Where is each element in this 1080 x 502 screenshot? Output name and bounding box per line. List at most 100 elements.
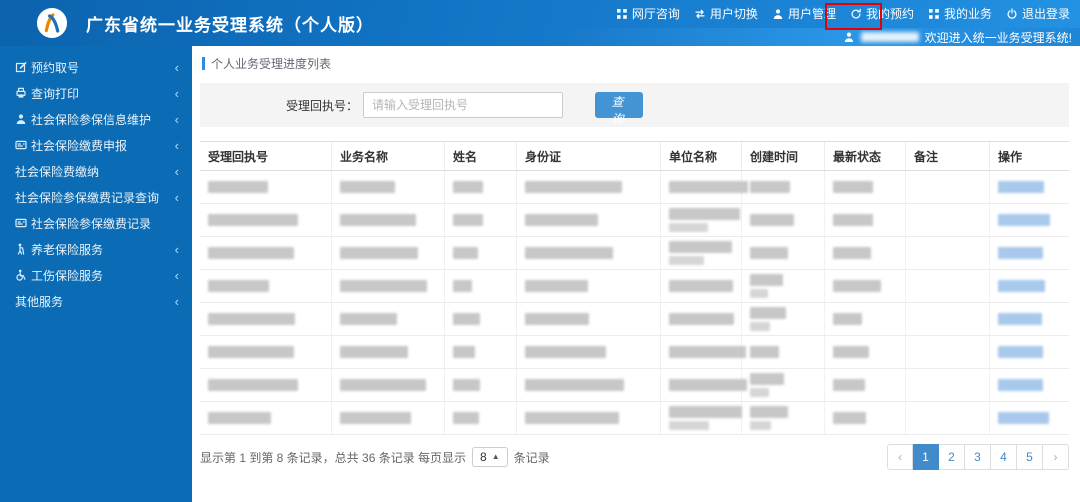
page-button-4[interactable]: 4	[991, 444, 1017, 470]
table-cell	[332, 369, 445, 401]
table-cell	[517, 303, 661, 335]
page-size-value: 8	[480, 450, 487, 464]
table-row[interactable]	[200, 369, 1069, 402]
prev-page-button[interactable]: ‹	[887, 444, 913, 470]
sidebar-item-2[interactable]: 查询打印 ‹	[0, 80, 192, 106]
redacted-value	[833, 214, 873, 226]
redacted-value	[833, 313, 862, 325]
redacted-value	[453, 214, 483, 226]
table-cell	[742, 270, 825, 302]
table-cell	[990, 171, 1069, 203]
nav-item-1[interactable]: 网厅咨询	[616, 5, 680, 22]
table-row[interactable]	[200, 336, 1069, 369]
printer-icon	[15, 87, 27, 99]
row-action-link[interactable]	[998, 247, 1043, 259]
top-nav: 网厅咨询 用户切换 用户管理 我的预约 我的业务 退出登录	[616, 5, 1070, 22]
page-button-2[interactable]: 2	[939, 444, 965, 470]
redacted-value	[525, 181, 622, 193]
table-cell	[906, 171, 990, 203]
page-button-5[interactable]: 5	[1017, 444, 1043, 470]
row-action-link[interactable]	[998, 379, 1043, 391]
receipt-number-input[interactable]	[363, 92, 564, 118]
redacted-value	[669, 379, 747, 391]
sidebar-item-8[interactable]: 养老保险服务 ‹	[0, 236, 192, 262]
table-row[interactable]	[200, 303, 1069, 336]
chevron-left-icon: ‹	[174, 189, 179, 205]
sidebar-item-6[interactable]: 社会保险参保缴费记录查询 ‹	[0, 184, 192, 210]
table-cell	[661, 270, 742, 302]
row-action-link[interactable]	[998, 412, 1049, 424]
page-button-1[interactable]: 1	[913, 444, 939, 470]
row-action-link[interactable]	[998, 280, 1045, 292]
table-cell	[445, 171, 517, 203]
redacted-value	[833, 379, 865, 391]
search-panel: 受理回执号： 查 询	[200, 83, 1069, 127]
column-header: 创建时间	[742, 142, 825, 170]
history-icon	[850, 8, 862, 20]
table-row[interactable]	[200, 237, 1069, 270]
nav-item-2[interactable]: 用户切换	[694, 5, 758, 22]
sidebar-item-1[interactable]: 预约取号 ‹	[0, 54, 192, 80]
row-action-link[interactable]	[998, 214, 1050, 226]
table-cell	[661, 336, 746, 368]
row-action-link[interactable]	[998, 313, 1042, 325]
page-button-3[interactable]: 3	[965, 444, 991, 470]
table-cell	[517, 270, 661, 302]
table-row[interactable]	[200, 204, 1069, 237]
sidebar-item-4[interactable]: 社会保险缴费申报 ‹	[0, 132, 192, 158]
page-size-select[interactable]: 8 ▲	[472, 447, 508, 467]
table-cell	[990, 204, 1069, 236]
redacted-value	[750, 406, 788, 418]
table-cell	[742, 336, 825, 368]
row-action-link[interactable]	[998, 181, 1044, 193]
query-button[interactable]: 查 询	[595, 92, 644, 126]
section-title-marker	[202, 57, 205, 70]
table-cell	[332, 237, 445, 269]
table-header-row: 受理回执号 业务名称 姓名 身份证 单位名称 创建时间 最新状态 备注 操作	[200, 141, 1069, 171]
table-cell	[906, 369, 990, 401]
table-cell	[825, 171, 906, 203]
table-cell	[742, 204, 825, 236]
nav-item-4[interactable]: 我的预约	[850, 5, 914, 22]
nav-item-6[interactable]: 退出登录	[1006, 5, 1070, 22]
table-row[interactable]	[200, 270, 1069, 303]
next-page-button[interactable]: ›	[1043, 444, 1069, 470]
redacted-value	[833, 280, 881, 292]
sidebar-item-5[interactable]: 社会保险费缴纳 ‹	[0, 158, 192, 184]
table-cell	[445, 237, 517, 269]
column-header: 身份证	[517, 142, 661, 170]
sidebar-item-3[interactable]: 社会保险参保信息维护 ‹	[0, 106, 192, 132]
redacted-value	[833, 247, 871, 259]
table-cell	[445, 336, 517, 368]
sidebar-item-label: 社会保险费缴纳	[15, 164, 100, 179]
table-cell	[200, 402, 332, 434]
column-header: 单位名称	[661, 142, 742, 170]
nav-item-5[interactable]: 我的业务	[928, 5, 992, 22]
table-cell	[445, 402, 517, 434]
table-cell	[445, 204, 517, 236]
chevron-left-icon: ‹	[174, 267, 179, 283]
nav-item-3[interactable]: 用户管理	[772, 5, 836, 22]
table-cell	[517, 171, 661, 203]
table-row[interactable]	[200, 171, 1069, 204]
redacted-value	[750, 181, 790, 193]
table-cell	[517, 237, 661, 269]
row-action-link[interactable]	[998, 346, 1043, 358]
redacted-value	[340, 313, 397, 325]
sidebar-item-10[interactable]: 其他服务 ‹	[0, 288, 192, 314]
redacted-value	[750, 322, 770, 331]
sidebar-item-9[interactable]: 工伤保险服务 ‹	[0, 262, 192, 288]
section-title-text: 个人业务受理进度列表	[211, 57, 332, 71]
sidebar-item-label: 查询打印	[31, 86, 80, 101]
redacted-value	[340, 280, 427, 292]
table-cell	[906, 336, 990, 368]
sidebar-item-7[interactable]: 社会保险参保缴费记录	[0, 210, 192, 236]
redacted-value	[340, 214, 416, 226]
sidebar-item-label: 社会保险缴费申报	[31, 138, 128, 153]
caret-up-icon: ▲	[491, 452, 500, 461]
table-cell	[742, 303, 825, 335]
redacted-value	[750, 289, 768, 298]
table-row[interactable]	[200, 402, 1069, 435]
table-cell	[825, 204, 906, 236]
redacted-value	[669, 346, 746, 358]
